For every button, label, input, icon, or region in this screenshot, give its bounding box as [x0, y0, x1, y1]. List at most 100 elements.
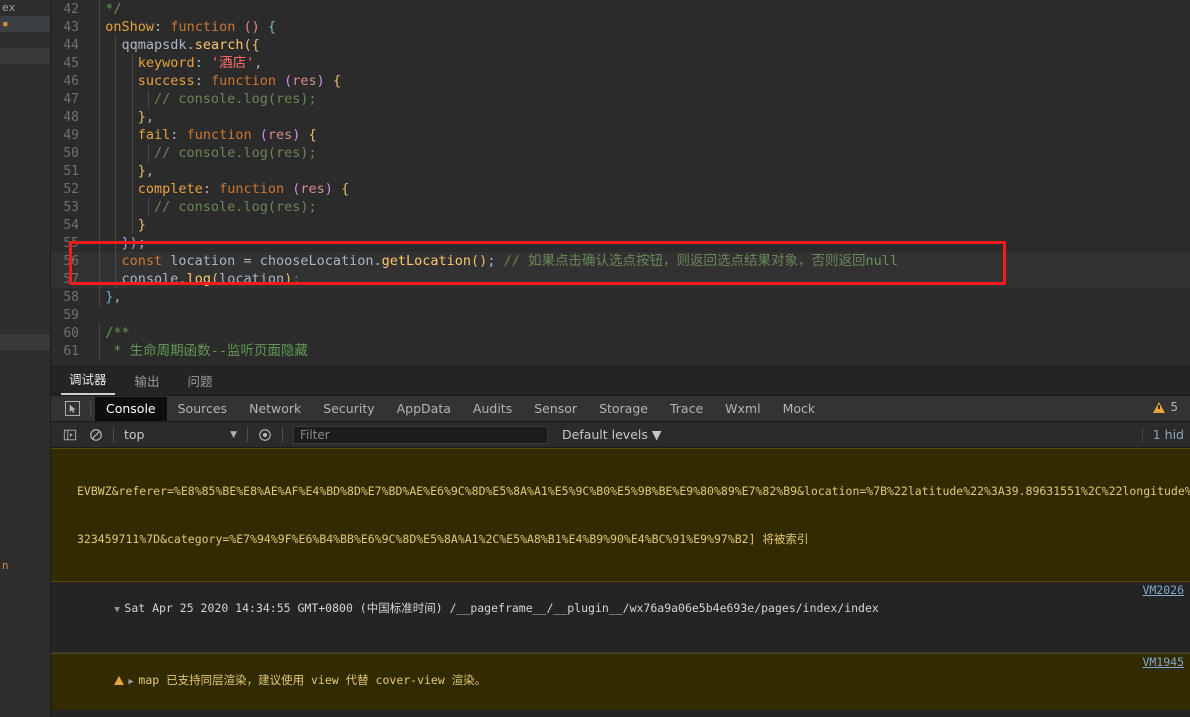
code-line-51[interactable]: 51 }, — [51, 162, 1190, 180]
panel-tab-bar[interactable]: 调试器 输出 问题 — [51, 367, 1190, 396]
search-input[interactable] — [293, 425, 548, 444]
code-text: success: function (res) { — [137, 73, 342, 89]
code-line-48[interactable]: 48 }, — [51, 108, 1190, 126]
devtools-tab-sensor[interactable]: Sensor — [523, 397, 588, 421]
panel-tab-output[interactable]: 输出 — [127, 371, 168, 395]
code-editor[interactable]: 42 */43 onShow: function () {44 qqmapsdk… — [51, 0, 1190, 366]
devtools-tab-audits[interactable]: Audits — [462, 397, 523, 421]
warning-count-label: 5 — [1170, 400, 1178, 414]
console-warning-url-line2: 323459711%7D&category=%E7%94%9F%E6%B4%BB… — [77, 532, 809, 546]
code-line-43[interactable]: 43 onShow: function () { — [51, 18, 1190, 36]
expand-triangle-icon-2[interactable]: ▶ — [128, 674, 138, 690]
wechat-devtools-window: ex ▪ n 42 */43 onShow: function () {44 q… — [0, 0, 1190, 717]
console-output[interactable]: EVBWZ&referer=%E8%85%BE%E8%AE%AF%E4%BD%8… — [51, 448, 1190, 710]
sidebar-top-label: ex — [2, 1, 16, 14]
code-line-46[interactable]: 46 success: function (res) { — [51, 72, 1190, 90]
indent-guide — [99, 180, 100, 198]
code-line-47[interactable]: 47 // console.log(res); — [51, 90, 1190, 108]
toolbar-divider — [90, 401, 91, 416]
indent-guide — [131, 162, 133, 180]
code-line-57[interactable]: 57 console.log(location); — [51, 270, 1190, 288]
code-line-53[interactable]: 53 // console.log(res); — [51, 198, 1190, 216]
indent-guide — [99, 324, 100, 342]
devtools-tab-security[interactable]: Security — [312, 397, 385, 421]
devtools-tab-appdata[interactable]: AppData — [386, 397, 462, 421]
sidebar-item-band[interactable] — [0, 48, 50, 64]
code-line-49[interactable]: 49 fail: function (res) { — [51, 126, 1190, 144]
indent-guide — [99, 108, 100, 126]
console-source-link-vm1945[interactable]: VM1945 — [1142, 654, 1184, 670]
log-levels-label: Default levels — [562, 427, 648, 442]
code-line-42[interactable]: 42 */ — [51, 0, 1190, 18]
indent-guide — [147, 198, 149, 216]
sidebar-item-band-2[interactable] — [0, 334, 50, 350]
console-source-link-vm2026[interactable]: VM2026 — [1142, 582, 1184, 598]
sidebar-item-top[interactable]: ex — [0, 0, 50, 16]
console-message-timestamp[interactable]: ▼ Sat Apr 25 2020 14:34:55 GMT+0800 (中国标准… — [51, 582, 1190, 653]
live-expression-icon[interactable] — [255, 425, 275, 445]
panel-tab-problems[interactable]: 问题 — [180, 371, 221, 395]
indent-guide — [99, 342, 100, 360]
expand-triangle-icon[interactable]: ▼ — [114, 602, 124, 618]
devtools-tab-bar[interactable]: Console Sources Network Security AppData… — [51, 396, 1190, 422]
sidebar-item-bottom[interactable]: n — [0, 558, 50, 574]
file-tree-sidebar[interactable]: ex ▪ n — [0, 0, 51, 717]
code-text: } — [137, 217, 146, 233]
clear-console-icon[interactable] — [86, 425, 106, 445]
sidebar-bottom-label: n — [2, 559, 9, 572]
console-filter-toolbar[interactable]: top ▼ Default levels ▼ 1 hid — [51, 422, 1190, 448]
line-number-48: 48 — [63, 110, 79, 125]
panel-tab-debugger[interactable]: 调试器 — [61, 369, 115, 395]
code-line-56[interactable]: 56 const location = chooseLocation.getLo… — [51, 252, 1190, 270]
indent-guide — [131, 126, 133, 144]
code-line-54[interactable]: 54 } — [51, 216, 1190, 234]
console-sidebar-icon[interactable] — [60, 425, 80, 445]
devtools-tab-appdata-label: AppData — [396, 400, 451, 416]
filter-divider-1 — [113, 427, 114, 442]
devtools-tab-network[interactable]: Network — [238, 397, 312, 421]
console-message-map-warning[interactable]: ▶ map 已支持同层渲染，建议使用 view 代替 cover-view 渲染。… — [51, 653, 1190, 710]
indent-guide — [99, 162, 100, 180]
warning-count-badge[interactable]: 5 — [1153, 400, 1178, 414]
line-number-43: 43 — [63, 20, 79, 35]
line-number-55: 55 — [63, 236, 79, 251]
line-number-50: 50 — [63, 146, 79, 161]
code-line-58[interactable]: 58 }, — [51, 288, 1190, 306]
indent-guide — [115, 216, 117, 234]
indent-guide — [115, 270, 117, 288]
indent-guide — [99, 54, 100, 72]
devtools-tab-trace[interactable]: Trace — [659, 397, 714, 421]
devtools-tab-mock-label: Mock — [782, 400, 816, 416]
code-line-45[interactable]: 45 keyword: '酒店', — [51, 54, 1190, 72]
log-levels-selector[interactable]: Default levels ▼ — [562, 427, 662, 442]
console-context-selector[interactable]: top ▼ — [118, 427, 243, 442]
indent-guide — [115, 234, 117, 252]
hidden-messages-label: 1 hid — [1152, 427, 1184, 442]
indent-guide — [99, 126, 100, 144]
code-text: onShow: function () { — [105, 19, 277, 35]
code-line-55[interactable]: 55 }); — [51, 234, 1190, 252]
code-lines-container[interactable]: 42 */43 onShow: function () {44 qqmapsdk… — [51, 0, 1190, 360]
devtools-tab-trace-label: Trace — [669, 400, 704, 416]
code-line-50[interactable]: 50 // console.log(res); — [51, 144, 1190, 162]
inspect-element-icon[interactable] — [61, 400, 83, 418]
warning-triangle-icon — [1153, 401, 1166, 413]
devtools-tab-console[interactable]: Console — [95, 396, 167, 421]
sidebar-blank-1 — [0, 32, 50, 48]
devtools-tab-wxml[interactable]: Wxml — [714, 397, 771, 421]
console-message-warning-url[interactable]: EVBWZ&referer=%E8%85%BE%E8%AE%AF%E4%BD%8… — [51, 448, 1190, 582]
filter-divider-2 — [247, 427, 248, 442]
code-line-60[interactable]: 60 /** — [51, 324, 1190, 342]
devtools-tab-storage[interactable]: Storage — [588, 397, 659, 421]
devtools-tab-mock[interactable]: Mock — [772, 397, 827, 421]
code-line-61[interactable]: 61 * 生命周期函数--监听页面隐藏 — [51, 342, 1190, 360]
hidden-messages-count[interactable]: 1 hid — [1141, 427, 1184, 442]
code-line-44[interactable]: 44 qqmapsdk.search({ — [51, 36, 1190, 54]
devtools-tab-sources[interactable]: Sources — [167, 397, 238, 421]
indent-guide — [99, 216, 100, 234]
code-line-52[interactable]: 52 complete: function (res) { — [51, 180, 1190, 198]
devtools-tab-storage-label: Storage — [599, 400, 648, 416]
sidebar-item-selected[interactable]: ▪ — [0, 16, 50, 32]
code-line-59[interactable]: 59 — [51, 306, 1190, 324]
line-number-47: 47 — [63, 92, 79, 107]
